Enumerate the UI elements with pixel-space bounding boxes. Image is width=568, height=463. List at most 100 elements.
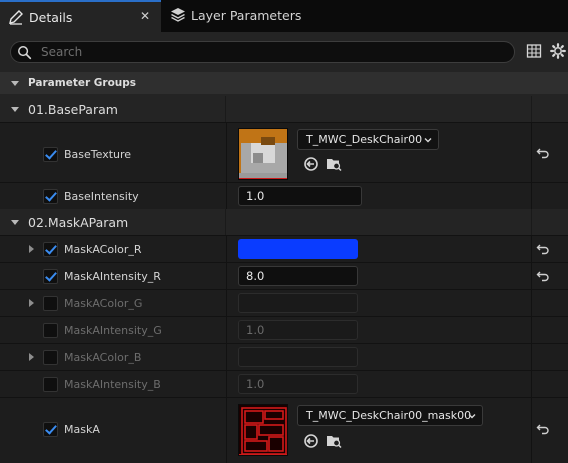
reset-cell bbox=[531, 290, 568, 316]
chevron-down-icon bbox=[468, 414, 476, 419]
asset-picker[interactable]: T_MWC_DeskChair00 bbox=[297, 129, 439, 150]
details-pencil-icon bbox=[9, 10, 23, 25]
texture-preview-image bbox=[239, 405, 287, 455]
override-checkbox[interactable] bbox=[43, 350, 58, 365]
close-icon[interactable]: ✕ bbox=[140, 9, 150, 23]
settings-gear-icon[interactable] bbox=[550, 43, 566, 59]
override-checkbox[interactable] bbox=[43, 377, 58, 392]
search-icon bbox=[18, 46, 32, 60]
parameter-groups-label: Parameter Groups bbox=[28, 77, 137, 89]
browse-asset-icon[interactable] bbox=[326, 433, 342, 449]
use-selected-asset-icon[interactable] bbox=[303, 156, 319, 172]
layers-icon bbox=[171, 8, 185, 22]
expand-arrow-icon[interactable] bbox=[29, 245, 34, 253]
asset-picker[interactable]: T_MWC_DeskChair00_mask00 bbox=[297, 405, 483, 426]
tab-details-label: Details bbox=[29, 10, 73, 25]
override-checkbox[interactable] bbox=[43, 242, 58, 257]
param-name: MaskAIntensity_G bbox=[64, 324, 162, 337]
value-cell: 1.0 bbox=[226, 183, 531, 209]
override-checkbox[interactable] bbox=[43, 296, 58, 311]
scalar-value-input[interactable]: 1.0 bbox=[238, 320, 358, 340]
param-row-maskaintensity-b: MaskAIntensity_B 1.0 bbox=[0, 370, 568, 397]
reset-cell bbox=[531, 183, 568, 209]
search-box[interactable] bbox=[10, 41, 515, 63]
tab-details[interactable]: Details ✕ bbox=[0, 0, 161, 32]
param-name: BaseIntensity bbox=[64, 190, 139, 203]
color-swatch[interactable] bbox=[238, 293, 358, 313]
collapse-arrow-icon[interactable] bbox=[11, 220, 19, 225]
chevron-down-icon bbox=[424, 138, 432, 143]
scalar-value-input[interactable]: 1.0 bbox=[238, 186, 362, 206]
name-cell: MaskAIntensity_B bbox=[0, 371, 225, 397]
param-name: MaskA bbox=[64, 423, 100, 436]
collapse-arrow-icon[interactable] bbox=[11, 81, 19, 86]
details-panel: Parameter Groups 01.BaseParam BaseTextur… bbox=[0, 32, 568, 463]
value-cell: 1.0 bbox=[226, 371, 531, 397]
color-swatch[interactable] bbox=[238, 347, 358, 367]
param-row-maskacolor-r: MaskAColor_R bbox=[0, 235, 568, 262]
column-divider bbox=[225, 96, 226, 122]
parameter-groups-header[interactable]: Parameter Groups bbox=[0, 72, 568, 94]
name-cell: MaskAColor_B bbox=[0, 344, 225, 370]
reset-to-default-icon[interactable] bbox=[536, 423, 550, 435]
name-cell: MaskAColor_R bbox=[0, 236, 225, 262]
expand-arrow-icon[interactable] bbox=[29, 353, 34, 361]
value-cell: 1.0 bbox=[226, 317, 531, 343]
texture-thumbnail[interactable] bbox=[238, 404, 288, 456]
param-row-maskacolor-g: MaskAColor_G bbox=[0, 289, 568, 316]
param-name: BaseTexture bbox=[64, 148, 132, 161]
expand-arrow-icon[interactable] bbox=[29, 299, 34, 307]
reset-to-default-icon[interactable] bbox=[536, 243, 550, 255]
param-name: MaskAColor_B bbox=[64, 351, 142, 364]
override-checkbox[interactable] bbox=[43, 269, 58, 284]
reset-cell bbox=[531, 344, 568, 370]
color-swatch[interactable] bbox=[238, 239, 358, 259]
name-cell: MaskAIntensity_R bbox=[0, 263, 225, 289]
tab-layer-parameters[interactable]: Layer Parameters bbox=[161, 0, 321, 32]
param-row-maskaintensity-r: MaskAIntensity_R 8.0 bbox=[0, 262, 568, 289]
override-checkbox[interactable] bbox=[43, 323, 58, 338]
asset-name: T_MWC_DeskChair00 bbox=[306, 133, 423, 146]
group-label: 01.BaseParam bbox=[28, 102, 118, 117]
grid-view-icon[interactable] bbox=[526, 43, 542, 59]
column-divider bbox=[531, 96, 532, 122]
tab-layer-parameters-label: Layer Parameters bbox=[191, 8, 302, 23]
override-checkbox[interactable] bbox=[43, 147, 58, 162]
value-cell bbox=[226, 344, 531, 370]
collapse-arrow-icon[interactable] bbox=[11, 107, 19, 112]
param-row-maskaintensity-g: MaskAIntensity_G 1.0 bbox=[0, 316, 568, 343]
group-header-maskaparam[interactable]: 02.MaskAParam bbox=[0, 209, 568, 235]
name-cell: MaskAIntensity_G bbox=[0, 317, 225, 343]
texture-preview-image bbox=[239, 129, 287, 179]
reset-cell bbox=[531, 371, 568, 397]
name-cell: BaseIntensity bbox=[0, 183, 225, 209]
group-header-baseparam[interactable]: 01.BaseParam bbox=[0, 96, 568, 122]
tab-bar: Details ✕ Layer Parameters bbox=[0, 0, 568, 32]
value-cell: 8.0 bbox=[226, 263, 531, 289]
name-cell: BaseTexture bbox=[0, 123, 225, 182]
column-divider bbox=[225, 209, 226, 235]
scalar-value-input[interactable]: 1.0 bbox=[238, 374, 358, 394]
param-name: MaskAIntensity_R bbox=[64, 270, 161, 283]
reset-to-default-icon[interactable] bbox=[536, 147, 550, 159]
reset-cell bbox=[531, 123, 568, 182]
param-row-maska: MaskA T_MWC_DeskChair00_mask00 bbox=[0, 397, 568, 463]
use-selected-asset-icon[interactable] bbox=[303, 433, 319, 449]
reset-cell bbox=[531, 317, 568, 343]
override-checkbox[interactable] bbox=[43, 422, 58, 437]
param-row-baseintensity: BaseIntensity 1.0 bbox=[0, 182, 568, 209]
column-divider bbox=[531, 209, 532, 235]
param-name: MaskAColor_R bbox=[64, 243, 142, 256]
value-cell bbox=[226, 290, 531, 316]
asset-name: T_MWC_DeskChair00_mask00 bbox=[306, 409, 472, 422]
param-row-basetexture: BaseTexture T_MWC_DeskChair00 bbox=[0, 122, 568, 182]
scalar-value-input[interactable]: 8.0 bbox=[238, 266, 358, 286]
search-input[interactable] bbox=[41, 44, 501, 60]
reset-to-default-icon[interactable] bbox=[536, 270, 550, 282]
override-checkbox[interactable] bbox=[43, 189, 58, 204]
browse-asset-icon[interactable] bbox=[326, 156, 342, 172]
value-cell: T_MWC_DeskChair00 bbox=[226, 123, 531, 182]
texture-thumbnail[interactable] bbox=[238, 128, 288, 180]
param-name: MaskAIntensity_B bbox=[64, 378, 161, 391]
value-cell bbox=[226, 236, 531, 262]
